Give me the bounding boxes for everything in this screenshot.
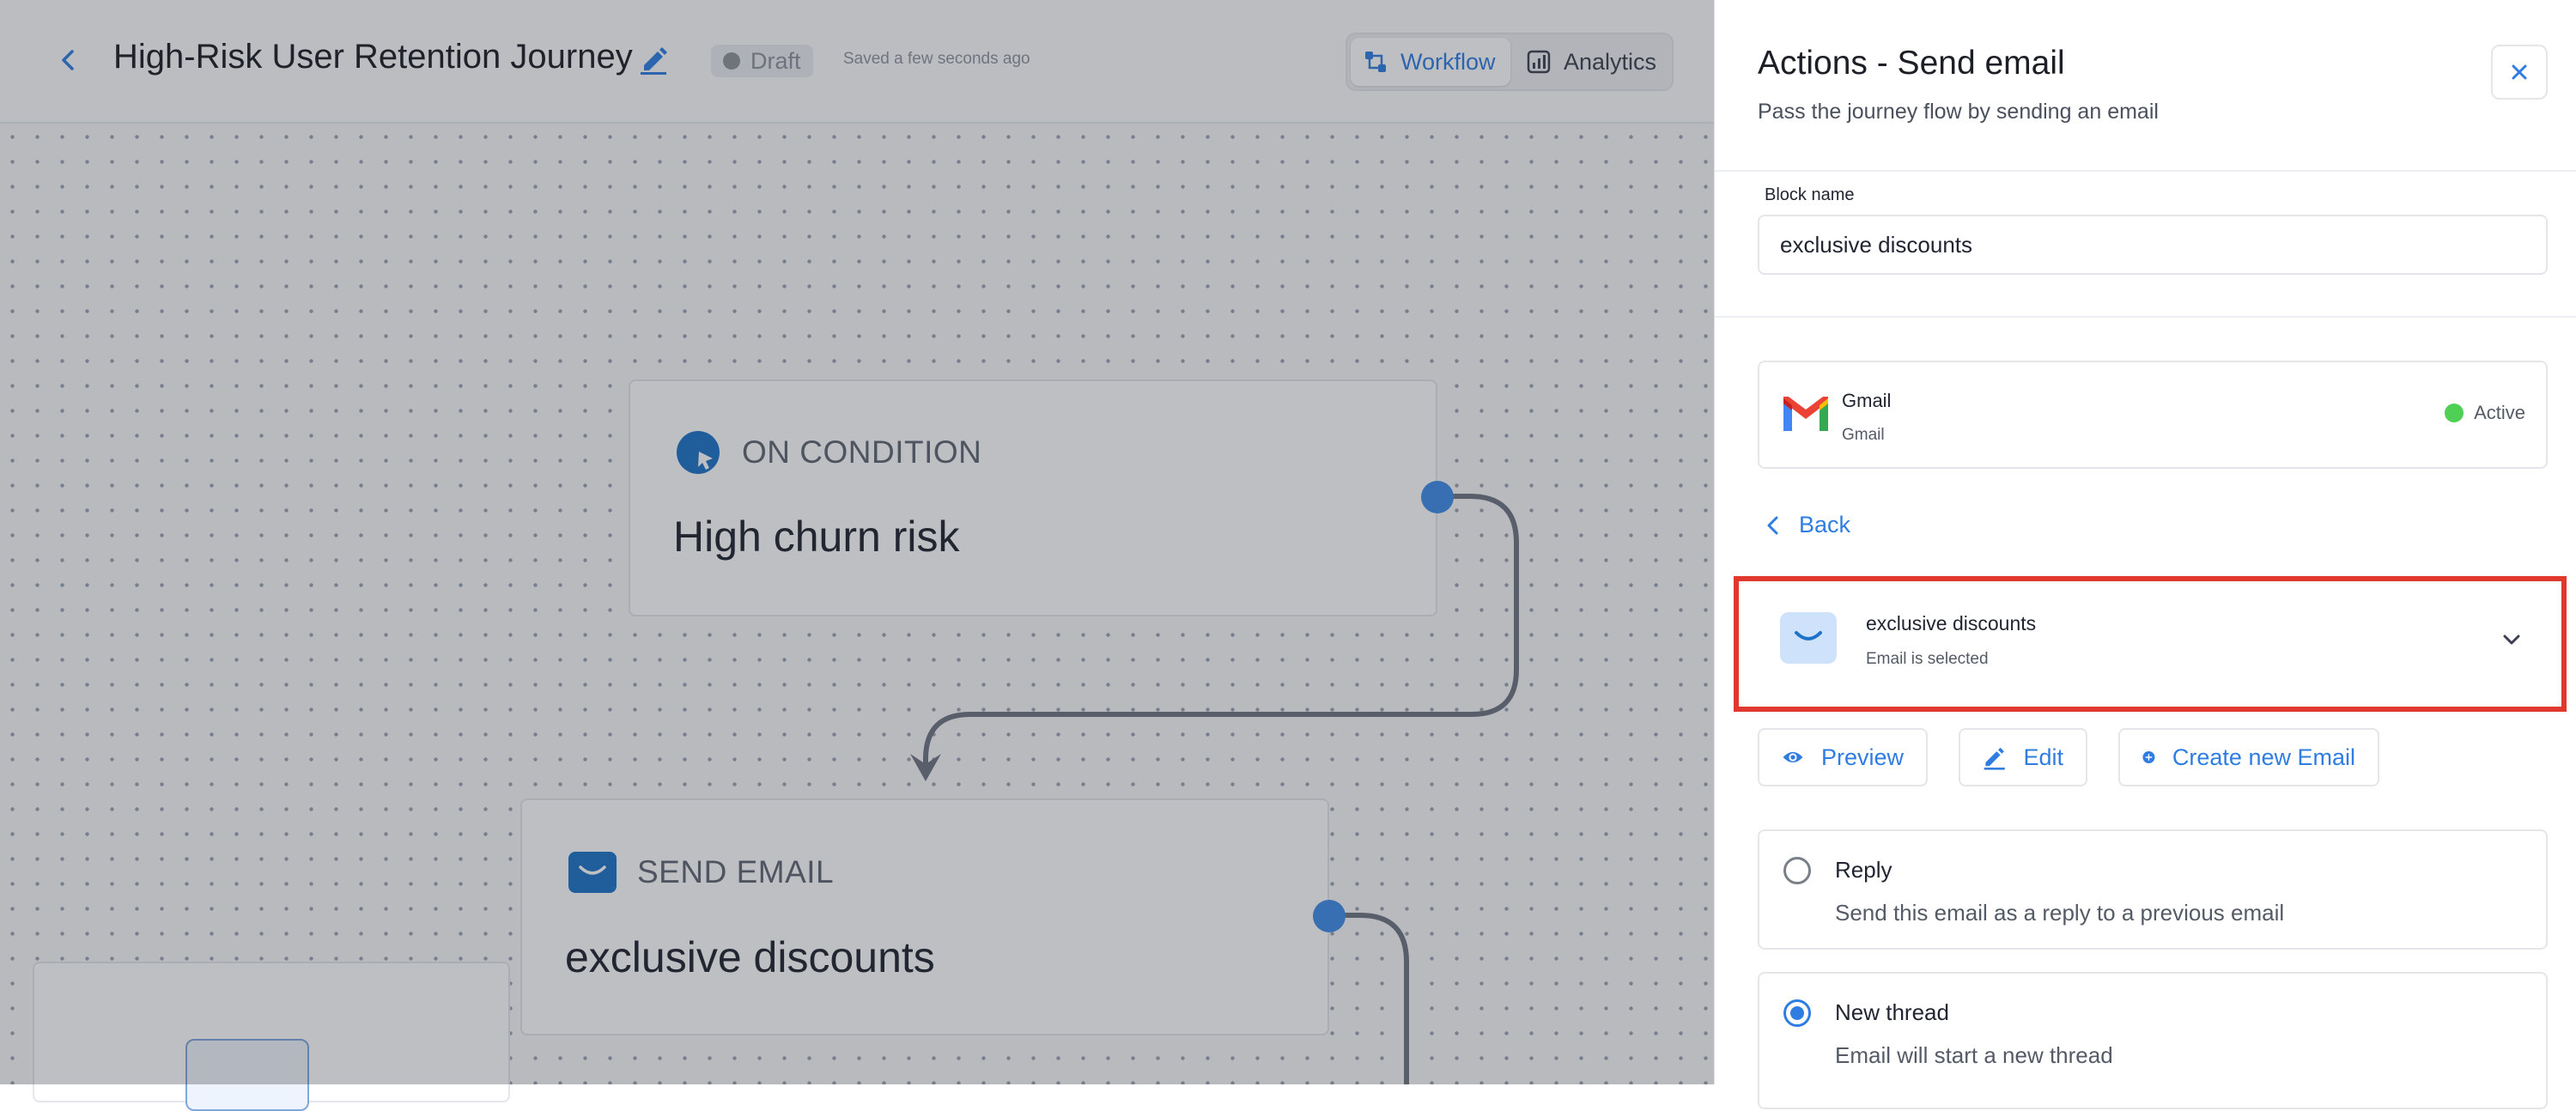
active-status-dot-icon xyxy=(2445,404,2464,422)
edit-button-label: Edit xyxy=(2023,744,2063,770)
panel-subtitle: Pass the journey flow by sending an emai… xyxy=(1758,100,2159,124)
create-button-label: Create new Email xyxy=(2172,744,2355,770)
block-name-input[interactable] xyxy=(1758,215,2548,275)
selected-email-dropdown[interactable]: exclusive discounts Email is selected xyxy=(1734,576,2567,712)
plus-circle-icon xyxy=(2142,751,2155,763)
panel-title: Actions - Send email xyxy=(1758,45,2065,82)
preview-button[interactable]: Preview xyxy=(1758,728,1928,786)
selected-email-status: Email is selected xyxy=(1866,650,1989,668)
chevron-left-icon xyxy=(1767,516,1778,534)
reply-option-description: Send this email as a reply to a previous… xyxy=(1835,900,2285,926)
new-thread-option[interactable]: New thread Email will start a new thread xyxy=(1758,972,2548,1109)
integration-status: Active xyxy=(2445,402,2525,424)
new-thread-radio[interactable] xyxy=(1783,999,1811,1027)
close-icon xyxy=(2512,64,2527,80)
integration-status-label: Active xyxy=(2474,402,2525,423)
new-thread-option-description: Email will start a new thread xyxy=(1835,1042,2113,1068)
block-name-label: Block name xyxy=(1765,185,1855,204)
reply-option[interactable]: Reply Send this email as a reply to a pr… xyxy=(1758,829,2548,950)
selected-email-name: exclusive discounts xyxy=(1866,612,2037,634)
reply-option-title: Reply xyxy=(1835,857,1893,883)
preview-button-label: Preview xyxy=(1820,744,1904,770)
back-link[interactable]: Back xyxy=(1765,512,1850,538)
integration-card[interactable]: Gmail Gmail Active xyxy=(1758,361,2548,469)
close-button[interactable] xyxy=(2491,45,2548,100)
edit-email-button[interactable]: Edit xyxy=(1959,728,2087,786)
workflow-canvas[interactable]: High-Risk User Retention Journey Draft S… xyxy=(0,0,1717,1111)
mail-icon xyxy=(1780,612,1837,664)
divider xyxy=(1715,316,2576,318)
pencil-icon xyxy=(1984,747,2005,770)
modal-overlay[interactable] xyxy=(0,0,1717,1084)
reply-radio[interactable] xyxy=(1783,857,1811,884)
action-panel: Actions - Send email Pass the journey fl… xyxy=(1714,0,2576,1109)
eye-icon xyxy=(1783,751,1803,763)
integration-name: Gmail xyxy=(1842,390,1892,411)
integration-subtitle: Gmail xyxy=(1842,426,1885,444)
back-link-label: Back xyxy=(1799,512,1851,537)
gmail-icon xyxy=(1783,397,1828,431)
new-thread-option-title: New thread xyxy=(1835,999,1949,1025)
chevron-down-icon xyxy=(2503,634,2520,645)
divider xyxy=(1715,170,2576,172)
create-new-email-button[interactable]: Create new Email xyxy=(2118,728,2379,786)
